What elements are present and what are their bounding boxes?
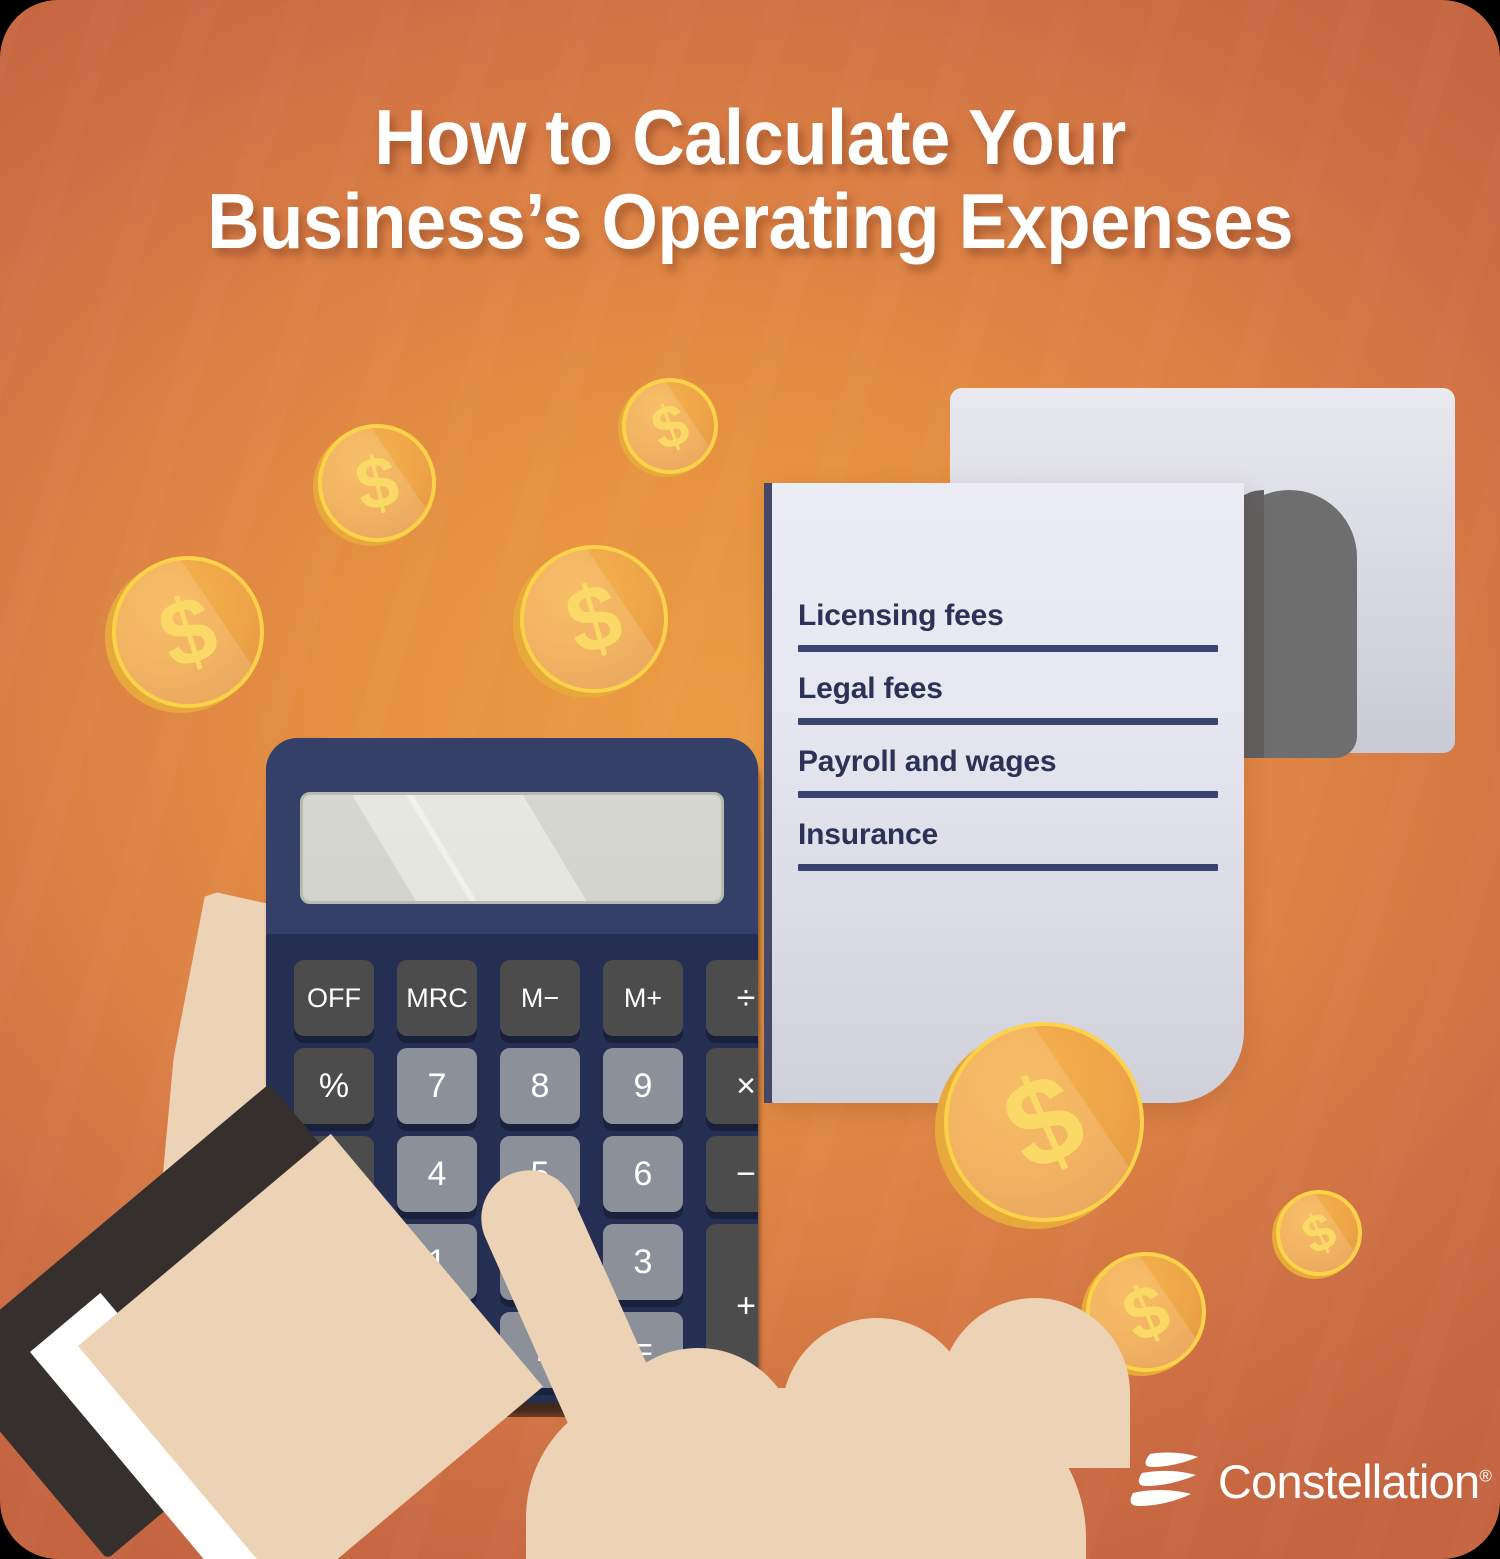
coin-face: $ bbox=[112, 556, 264, 708]
calculator-key-7[interactable]: 7 bbox=[397, 1048, 477, 1124]
expense-item: Legal fees bbox=[798, 674, 1218, 725]
expense-item-label: Insurance bbox=[798, 818, 938, 851]
infographic-canvas: How to Calculate Your Business’s Operati… bbox=[0, 0, 1500, 1559]
page-title-line-1: How to Calculate Your bbox=[374, 93, 1126, 181]
expense-item-rule bbox=[798, 864, 1218, 871]
calculator-key-off[interactable]: OFF bbox=[294, 960, 374, 1036]
brand-wordmark: Constellation® bbox=[1218, 1454, 1492, 1509]
registered-trademark-icon: ® bbox=[1479, 1465, 1492, 1485]
calculator-key-8[interactable]: 8 bbox=[500, 1048, 580, 1124]
expense-item-label: Legal fees bbox=[798, 672, 943, 705]
calculator-upper-body bbox=[266, 738, 758, 934]
calculator-key-9[interactable]: 9 bbox=[603, 1048, 683, 1124]
calculator-key-mrc[interactable]: MRC bbox=[397, 960, 477, 1036]
calculator-key-m+[interactable]: M+ bbox=[603, 960, 683, 1036]
palm bbox=[526, 1388, 1086, 1559]
constellation-swoosh-icon bbox=[1128, 1452, 1200, 1510]
coin-top-small: $ bbox=[618, 378, 718, 477]
calculator-key-[interactable]: % bbox=[294, 1048, 374, 1124]
brand-wordmark-text: Constellation bbox=[1218, 1454, 1480, 1508]
dollar-sign-icon: $ bbox=[146, 573, 229, 690]
operating-expense-list: Licensing fees Legal fees Payroll and wage… bbox=[798, 601, 1218, 893]
calculator-key-[interactable]: ÷ bbox=[706, 960, 758, 1036]
page-title: How to Calculate Your Business’s Operati… bbox=[53, 93, 1448, 266]
dollar-sign-icon: $ bbox=[555, 562, 633, 675]
coin-face: $ bbox=[520, 545, 668, 693]
coin-lower-right: $ bbox=[1272, 1190, 1362, 1279]
brand-logo[interactable]: Constellation® bbox=[1128, 1452, 1492, 1510]
expense-item-rule bbox=[798, 645, 1218, 652]
dollar-sign-icon: $ bbox=[642, 388, 698, 464]
expense-item-label: Licensing fees bbox=[798, 599, 1004, 632]
dollar-sign-icon: $ bbox=[348, 439, 406, 527]
document-front-sheet: Licensing fees Legal fees Payroll and wage… bbox=[764, 483, 1244, 1103]
coin-left-large: $ bbox=[105, 556, 264, 713]
coin-center: $ bbox=[513, 545, 668, 698]
coin-mid-upper: $ bbox=[313, 424, 436, 546]
coin-face: $ bbox=[1276, 1190, 1362, 1276]
page-title-line-2: Business’s Operating Expenses bbox=[207, 177, 1293, 266]
calculator-display bbox=[300, 792, 724, 904]
coin-face: $ bbox=[622, 378, 718, 474]
dollar-sign-icon: $ bbox=[1293, 1200, 1345, 1266]
calculator-key-[interactable]: × bbox=[706, 1048, 758, 1124]
coin-face: $ bbox=[318, 424, 436, 542]
expense-item-label: Payroll and wages bbox=[798, 745, 1057, 778]
expense-item-rule bbox=[798, 791, 1218, 798]
expense-item: Payroll and wages bbox=[798, 747, 1218, 798]
expense-item: Licensing fees bbox=[798, 601, 1218, 652]
calculator-key-m[interactable]: M− bbox=[500, 960, 580, 1036]
right-hand-pointing bbox=[430, 1150, 1130, 1559]
expense-item-rule bbox=[798, 718, 1218, 725]
expense-item: Insurance bbox=[798, 820, 1218, 871]
